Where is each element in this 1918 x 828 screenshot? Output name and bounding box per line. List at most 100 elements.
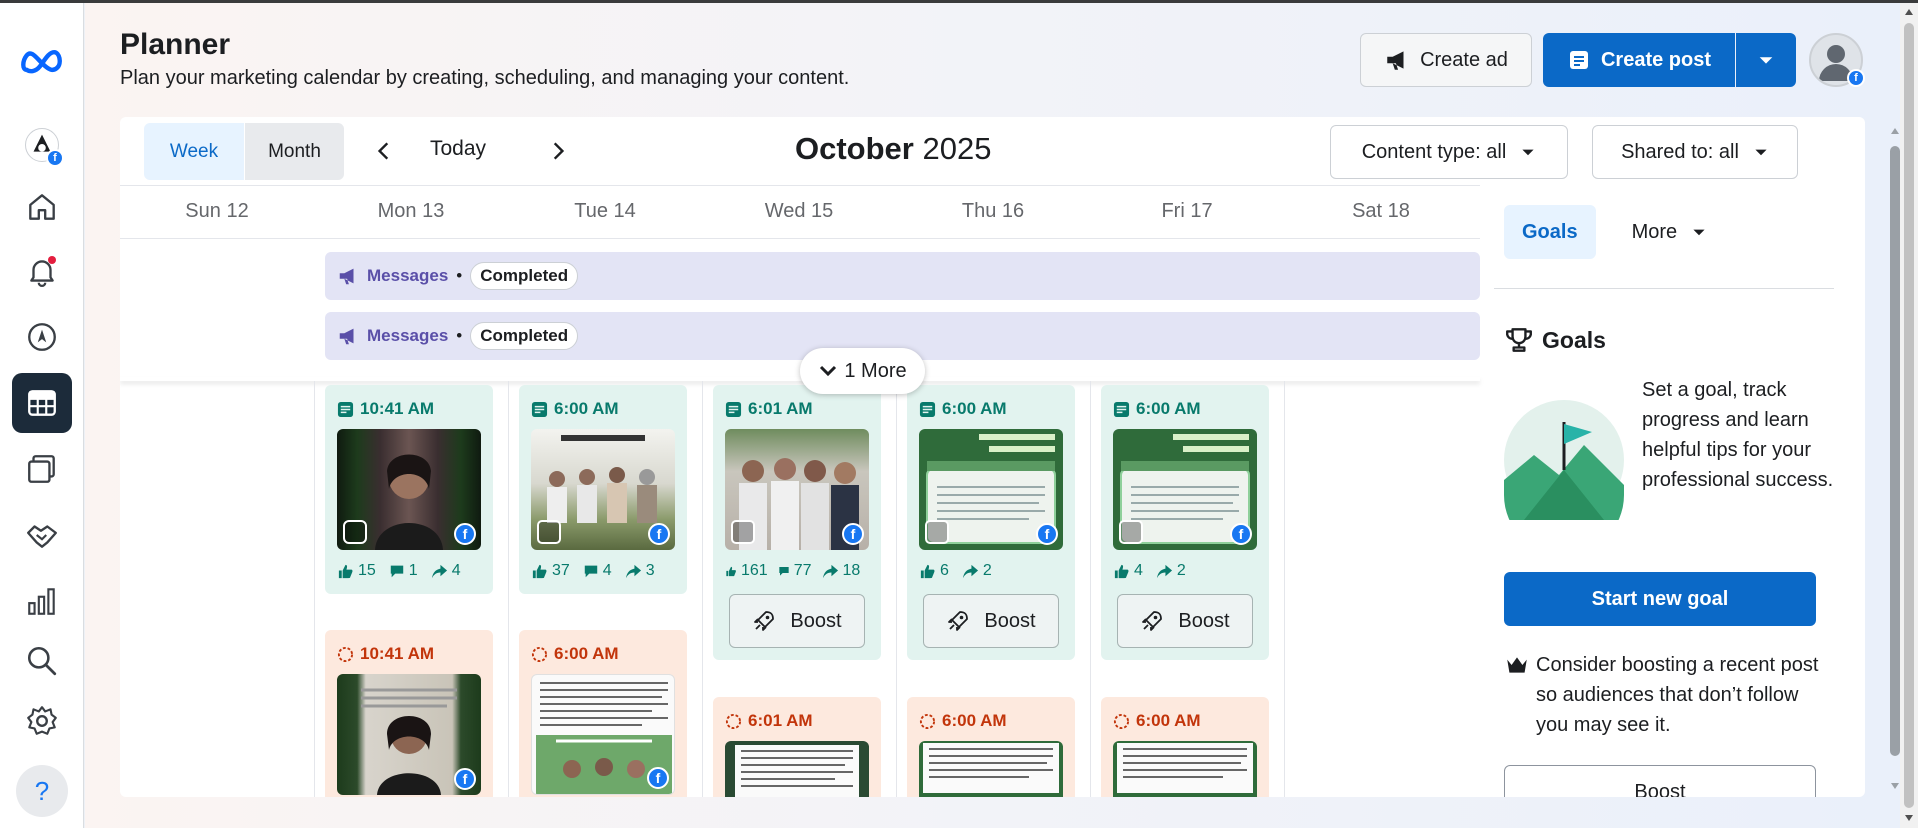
- column-divider: [1090, 381, 1091, 797]
- month-name: October: [795, 131, 914, 166]
- post-thumbnail[interactable]: [725, 741, 869, 797]
- next-week-button[interactable]: [538, 131, 578, 171]
- post-thumbnail[interactable]: f: [919, 429, 1063, 550]
- account-avatar[interactable]: f: [1809, 33, 1865, 87]
- today-button[interactable]: Today: [430, 137, 486, 161]
- window-scrollbar[interactable]: [1900, 3, 1918, 828]
- post-time: 6:00 AM: [919, 711, 1063, 731]
- post-card-scheduled[interactable]: 6:00 AM: [907, 697, 1075, 797]
- facebook-badge-icon: f: [842, 523, 864, 545]
- text-post-graphic-icon: [1117, 743, 1253, 793]
- scrollbar-thumb[interactable]: [1904, 23, 1914, 808]
- comments-count: 4: [602, 562, 612, 579]
- facebook-badge-icon: f: [1847, 69, 1865, 87]
- shared-to-filter[interactable]: Shared to: all: [1592, 125, 1798, 179]
- post-card-published[interactable]: 10:41 AM f 15 1 4: [325, 385, 493, 594]
- meta-logo[interactable]: [12, 31, 72, 91]
- column-divider: [1284, 381, 1285, 797]
- sidebar-item-search[interactable]: [12, 631, 72, 691]
- post-card-scheduled[interactable]: 6:01 AM: [713, 697, 881, 797]
- post-card-published[interactable]: 6:00 AM f 6 2 Boost: [907, 385, 1075, 660]
- notification-dot: [48, 256, 56, 264]
- tab-goals[interactable]: Goals: [1504, 205, 1596, 259]
- post-thumbnail[interactable]: f: [337, 674, 481, 795]
- post-card-scheduled[interactable]: 10:41 AM f: [325, 630, 493, 797]
- post-thumbnail[interactable]: f: [337, 429, 481, 550]
- month-view-button[interactable]: Month: [244, 123, 344, 180]
- boost-button[interactable]: Boost: [1117, 594, 1253, 648]
- boost-post-button[interactable]: Boost: [1504, 765, 1816, 797]
- boost-label: Boost: [1178, 609, 1230, 632]
- scrollbar-thumb[interactable]: [1890, 146, 1900, 756]
- content-type-filter[interactable]: Content type: all: [1330, 125, 1568, 179]
- sidebar-item-partnerships[interactable]: [12, 505, 72, 565]
- day-header-thu: Thu 16: [961, 200, 1025, 222]
- post-thumbnail[interactable]: [1113, 741, 1257, 797]
- banner-label: Messages: [367, 326, 449, 345]
- post-thumbnail[interactable]: f: [531, 674, 675, 795]
- tab-more[interactable]: More: [1614, 205, 1726, 259]
- post-card-published[interactable]: 6:01 AM f 161 77 18 Boost: [713, 385, 881, 660]
- post-thumbnail[interactable]: f: [531, 429, 675, 550]
- main-area: Planner Plan your marketing calendar by …: [85, 3, 1900, 828]
- create-ad-button[interactable]: Create ad: [1360, 33, 1532, 87]
- sidebar-item-home[interactable]: [12, 177, 72, 237]
- search-icon: [27, 646, 57, 676]
- post-stats: 4 2: [1113, 562, 1257, 580]
- profile-switcher[interactable]: f: [12, 115, 72, 175]
- shares-count: 3: [645, 562, 655, 579]
- start-new-goal-button[interactable]: Start new goal: [1504, 572, 1816, 626]
- sidebar-item-planner[interactable]: [12, 373, 72, 433]
- post-card-scheduled[interactable]: 6:00 AM: [1101, 697, 1269, 797]
- post-card-scheduled[interactable]: 6:00 AM f: [519, 630, 687, 797]
- post-card-published[interactable]: 6:00 AM f 4 2 Boost: [1101, 385, 1269, 660]
- banner-separator: •: [456, 266, 463, 285]
- megaphone-icon: [339, 268, 354, 285]
- post-time-label: 6:00 AM: [1136, 399, 1201, 418]
- divider: [1494, 288, 1834, 289]
- comments-stat: 1: [389, 562, 418, 580]
- sidebar-item-content[interactable]: [12, 439, 72, 499]
- boost-button[interactable]: Boost: [923, 594, 1059, 648]
- text-post-graphic-icon: [735, 745, 859, 797]
- boost-button[interactable]: Boost: [729, 594, 865, 648]
- panel-scrollbar[interactable]: [1890, 121, 1900, 801]
- previous-week-button[interactable]: [364, 131, 404, 171]
- post-time-label: 6:00 AM: [1136, 711, 1201, 730]
- sidebar-item-explore[interactable]: [12, 307, 72, 367]
- post-thumbnail[interactable]: [919, 741, 1063, 797]
- image-icon: [731, 520, 755, 544]
- create-post-button[interactable]: Create post: [1543, 33, 1735, 87]
- sidebar-item-notifications[interactable]: [12, 241, 72, 301]
- likes-count: 15: [358, 562, 376, 579]
- post-card-published[interactable]: 6:00 AM f 37 4 3: [519, 385, 687, 594]
- facebook-badge-icon: f: [1230, 523, 1252, 545]
- post-thumbnail[interactable]: f: [725, 429, 869, 550]
- facebook-badge-icon: f: [648, 523, 670, 545]
- post-icon: [337, 401, 354, 417]
- week-view-button[interactable]: Week: [144, 123, 244, 180]
- post-stats: 6 2: [919, 562, 1063, 580]
- messages-campaign-banner[interactable]: Messages • Completed: [325, 252, 1480, 300]
- day-headers: Sun 12 Mon 13 Tue 14 Wed 15 Thu 16 Fri 1…: [120, 185, 1480, 239]
- comment-icon: [584, 565, 598, 578]
- create-post-dropdown-button[interactable]: [1736, 33, 1796, 87]
- scheduled-icon: [337, 646, 354, 662]
- left-sidebar: f ?: [0, 3, 84, 828]
- post-time: 6:00 AM: [531, 644, 675, 664]
- facebook-badge-icon: f: [1036, 523, 1058, 545]
- show-more-button[interactable]: 1 More: [800, 348, 925, 394]
- sidebar-item-help[interactable]: ?: [12, 761, 72, 821]
- post-thumbnail[interactable]: f: [1113, 429, 1257, 550]
- sidebar-item-insights[interactable]: [12, 571, 72, 631]
- boost-label: Boost: [790, 609, 842, 632]
- tab-more-label: More: [1631, 220, 1678, 243]
- column-divider: [896, 381, 897, 797]
- scroll-down-icon: [1905, 815, 1913, 821]
- sidebar-item-settings[interactable]: [12, 691, 72, 751]
- boost-tip-text: Consider boosting a recent post so audie…: [1536, 654, 1819, 736]
- create-post-label: Create post: [1600, 48, 1712, 71]
- image-icon: [537, 520, 561, 544]
- post-time-label: 6:00 AM: [942, 711, 1007, 730]
- day-header-fri: Fri 17: [1161, 200, 1213, 222]
